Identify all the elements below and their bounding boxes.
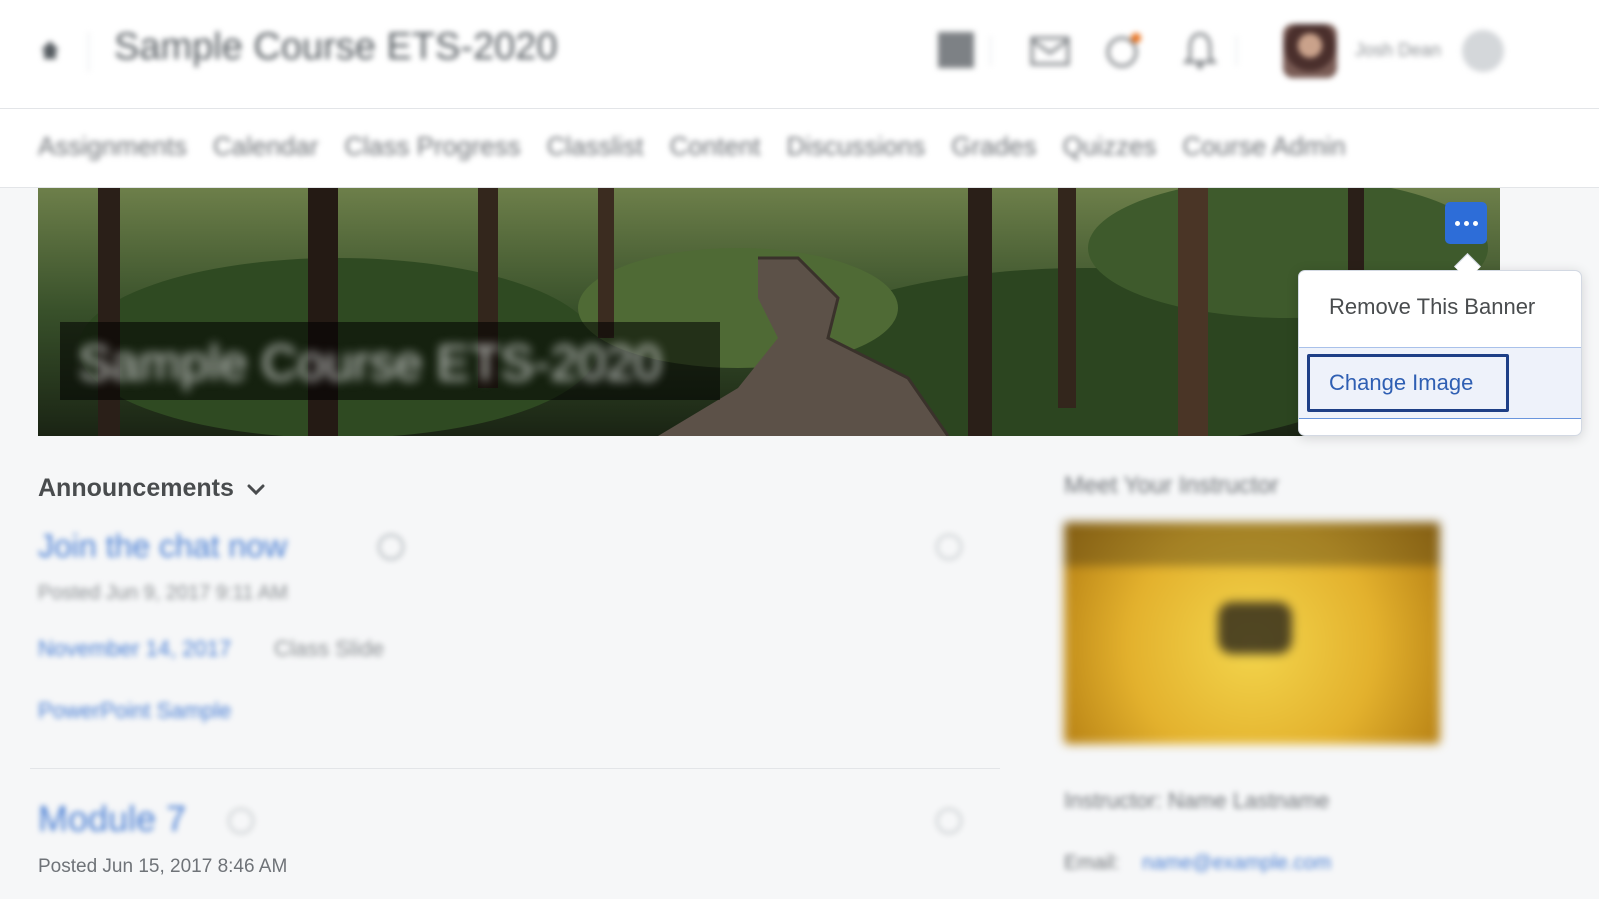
announcement-meta: Posted Jun 15, 2017 8:46 AM [38,856,288,877]
banner-title: Sample Course ETS-2020 [78,335,662,391]
remove-banner-menu-item[interactable]: Remove This Banner [1299,271,1581,348]
nav-item-discussions[interactable]: Discussions [787,131,926,162]
header-separator [990,36,991,66]
nav-item-course-admin[interactable]: Course Admin [1182,131,1345,162]
nav-item-classlist[interactable]: Classlist [547,131,644,162]
announcement-separator [30,768,1000,769]
nav-item-grades[interactable]: Grades [951,131,1036,162]
header-divider [88,32,89,72]
course-selector-icon[interactable] [936,30,976,70]
announcement-meta: Posted Jun 9, 2017 9:11 AM [38,582,288,604]
avatar[interactable] [1283,24,1337,78]
nav-item-content[interactable]: Content [669,131,760,162]
course-navbar: Assignments Calendar Class Progress Clas… [0,109,1599,188]
chat-icon[interactable] [1104,30,1144,70]
nav-item-class-progress[interactable]: Class Progress [344,131,520,162]
course-banner: Sample Course ETS-2020 [38,188,1500,436]
announcement-title[interactable]: Module 7 [38,798,186,840]
more-dots-icon [1463,220,1469,226]
announcement-link[interactable]: November 14, 2017 [38,636,231,662]
change-image-label: Change Image [1329,370,1474,395]
chevron-down-icon[interactable] [228,808,254,834]
remove-banner-label: Remove This Banner [1329,294,1536,319]
home-icon[interactable] [38,38,62,62]
banner-options-menu: Remove This Banner Change Image [1298,270,1582,436]
announcements-heading[interactable]: Announcements [38,474,234,503]
widget-email-label: Email: [1064,852,1120,874]
announcement-attachment-link[interactable]: PowerPoint Sample [38,698,231,724]
settings-icon[interactable] [1462,30,1504,72]
top-header: Sample Course ETS-2020 Josh Dean [0,0,1599,109]
mail-icon[interactable] [1030,36,1070,66]
more-dots-icon [1454,220,1460,226]
header-separator [1236,36,1237,66]
item-options-icon[interactable] [936,534,962,560]
nav-item-assignments[interactable]: Assignments [38,131,187,162]
widget-title[interactable]: Meet Your Instructor [1064,472,1279,500]
widget-email-link[interactable]: name@example.com [1142,852,1331,875]
user-name[interactable]: Josh Dean [1355,40,1441,61]
video-title-bar [1064,522,1440,566]
chevron-down-icon[interactable] [378,534,404,560]
course-title[interactable]: Sample Course ETS-2020 [114,26,558,69]
video-thumbnail[interactable] [1064,522,1440,744]
nav-item-quizzes[interactable]: Quizzes [1063,131,1157,162]
play-icon[interactable] [1218,602,1292,654]
announcement-title[interactable]: Join the chat now [38,528,287,565]
more-dots-icon [1472,220,1478,226]
widget-text: Instructor: Name Lastname [1064,788,1330,813]
nav-item-calendar[interactable]: Calendar [213,131,319,162]
announcement-link-suffix: Class Slide [274,636,385,661]
bell-icon[interactable] [1180,30,1220,70]
banner-options-button[interactable] [1445,202,1487,244]
change-image-menu-item[interactable]: Change Image [1299,348,1581,419]
chevron-down-icon[interactable] [246,482,266,498]
item-options-icon[interactable] [936,808,962,834]
